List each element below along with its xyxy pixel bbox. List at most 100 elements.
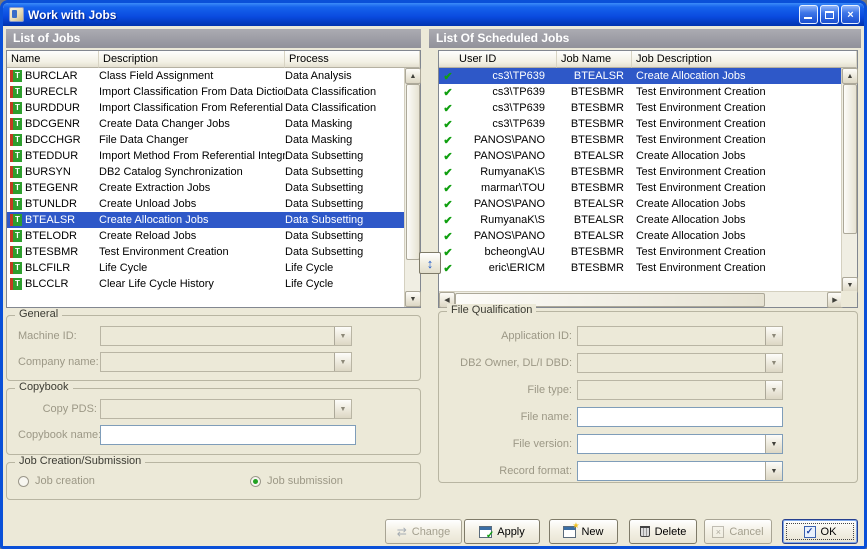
ok-button[interactable]: ✓ OK bbox=[782, 519, 858, 544]
scheduled-job-row[interactable]: ✔cs3\TP639BTEALSRCreate Allocation Jobs bbox=[439, 68, 841, 84]
scroll-up-button[interactable]: ▲ bbox=[405, 68, 421, 84]
job-row[interactable]: TBDCCHGRFile Data ChangerData Masking bbox=[7, 132, 404, 148]
job-row[interactable]: TBTELODRCreate Reload JobsData Subsettin… bbox=[7, 228, 404, 244]
scheduled-job-row[interactable]: ✔PANOS\PANOBTESBMRTest Environment Creat… bbox=[439, 132, 841, 148]
db2-owner-label: DB2 Owner, DL/I DBD: bbox=[447, 353, 572, 373]
job-creation-radio-label: Job creation bbox=[35, 475, 95, 487]
job-row[interactable]: TBTEGENRCreate Extraction JobsData Subse… bbox=[7, 180, 404, 196]
scroll-up-button[interactable]: ▲ bbox=[842, 68, 858, 84]
job-row[interactable]: TBTEALSRCreate Allocation JobsData Subse… bbox=[7, 212, 404, 228]
job-description-cell: Test Environment Creation bbox=[632, 116, 841, 132]
schedule-job-transfer-button[interactable]: ↕ bbox=[419, 252, 441, 274]
job-name-cell: BTEALSR bbox=[557, 228, 632, 244]
new-icon bbox=[563, 526, 576, 538]
maximize-icon bbox=[825, 11, 834, 19]
job-process-cell: Data Subsetting bbox=[285, 212, 404, 228]
job-row[interactable]: TBTEDDURImport Method From Referential I… bbox=[7, 148, 404, 164]
column-header-description[interactable]: Description bbox=[99, 51, 285, 68]
user-id-cell: PANOS\PANO bbox=[457, 228, 557, 244]
window-title: Work with Jobs bbox=[28, 8, 116, 22]
column-header-job-name[interactable]: Job Name bbox=[557, 51, 632, 68]
file-qualification-group: File Qualification Application ID: ▼ DB2… bbox=[438, 311, 858, 483]
scrollbar-thumb[interactable] bbox=[406, 84, 420, 260]
transfer-arrows-icon: ↕ bbox=[427, 256, 434, 271]
scheduled-job-row[interactable]: ✔PANOS\PANOBTEALSRCreate Allocation Jobs bbox=[439, 148, 841, 164]
copybook-name-input[interactable] bbox=[101, 426, 355, 444]
copybook-name-field[interactable] bbox=[100, 425, 356, 445]
dropdown-arrow-icon[interactable]: ▼ bbox=[765, 462, 782, 480]
job-name-cell: BTESBMR bbox=[25, 244, 99, 260]
scheduled-job-row[interactable]: ✔PANOS\PANOBTEALSRCreate Allocation Jobs bbox=[439, 196, 841, 212]
user-id-cell: RumyanaK\S bbox=[457, 212, 557, 228]
scheduled-job-row[interactable]: ✔bcheong\AUBTESBMRTest Environment Creat… bbox=[439, 244, 841, 260]
job-row[interactable]: TBTUNLDRCreate Unload JobsData Subsettin… bbox=[7, 196, 404, 212]
job-name-cell: BLCFILR bbox=[25, 260, 99, 276]
scheduled-job-row[interactable]: ✔RumyanaK\SBTEALSRCreate Allocation Jobs bbox=[439, 212, 841, 228]
record-format-combo[interactable]: ▼ bbox=[577, 461, 783, 481]
job-name-cell: BTESBMR bbox=[557, 260, 632, 276]
dropdown-arrow-icon[interactable]: ▼ bbox=[765, 435, 782, 453]
scheduled-jobs-vertical-scrollbar[interactable]: ▲ ▼ bbox=[841, 68, 857, 293]
file-qualification-group-title: File Qualification bbox=[447, 304, 536, 316]
close-button[interactable]: × bbox=[841, 5, 860, 24]
title-bar[interactable]: Work with Jobs × bbox=[3, 3, 864, 26]
scrollbar-thumb[interactable] bbox=[843, 84, 857, 234]
scheduled-job-row[interactable]: ✔cs3\TP639BTESBMRTest Environment Creati… bbox=[439, 116, 841, 132]
minimize-button[interactable] bbox=[799, 5, 818, 24]
scheduled-job-row[interactable]: ✔cs3\TP639BTESBMRTest Environment Creati… bbox=[439, 100, 841, 116]
job-process-cell: Life Cycle bbox=[285, 276, 404, 292]
job-row[interactable]: TBLCFILRLife CycleLife Cycle bbox=[7, 260, 404, 276]
cancel-button: × Cancel bbox=[704, 519, 772, 544]
job-type-icon: T bbox=[10, 150, 22, 162]
job-description-cell: Test Environment Creation bbox=[632, 244, 841, 260]
job-submission-radio-label: Job submission bbox=[267, 475, 343, 487]
apply-button[interactable]: Apply bbox=[464, 519, 540, 544]
scheduled-job-row[interactable]: ✔RumyanaK\SBTESBMRTest Environment Creat… bbox=[439, 164, 841, 180]
user-id-cell: cs3\TP639 bbox=[457, 68, 557, 84]
delete-button[interactable]: Delete bbox=[629, 519, 697, 544]
job-name-cell: BURCLAR bbox=[25, 68, 99, 84]
job-row[interactable]: TBLCCLRClear Life Cycle HistoryLife Cycl… bbox=[7, 276, 404, 292]
job-row[interactable]: TBTESBMRTest Environment CreationData Su… bbox=[7, 244, 404, 260]
job-description-cell: DB2 Catalog Synchronization bbox=[99, 164, 285, 180]
check-icon: ✔ bbox=[439, 182, 457, 195]
scroll-down-button[interactable]: ▼ bbox=[405, 291, 421, 307]
minimize-icon bbox=[804, 17, 812, 19]
maximize-button[interactable] bbox=[820, 5, 839, 24]
job-row[interactable]: TBURECLRImport Classification From Data … bbox=[7, 84, 404, 100]
apply-button-label: Apply bbox=[497, 526, 525, 538]
job-process-cell: Data Classification bbox=[285, 100, 404, 116]
trash-icon bbox=[640, 526, 650, 537]
jobs-vertical-scrollbar[interactable]: ▲ ▼ bbox=[404, 68, 420, 307]
job-description-cell: Create Allocation Jobs bbox=[632, 196, 841, 212]
scheduled-job-row[interactable]: ✔marmar\TOUBTESBMRTest Environment Creat… bbox=[439, 180, 841, 196]
check-icon: ✔ bbox=[439, 86, 457, 99]
column-header-name[interactable]: Name bbox=[7, 51, 99, 68]
job-row[interactable]: TBURSYNDB2 Catalog SynchronizationData S… bbox=[7, 164, 404, 180]
scheduled-job-row[interactable]: ✔eric\ERICMBTESBMRTest Environment Creat… bbox=[439, 260, 841, 276]
file-name-input[interactable] bbox=[578, 408, 782, 426]
file-version-combo[interactable]: ▼ bbox=[577, 434, 783, 454]
column-header-job-description[interactable]: Job Description bbox=[632, 51, 857, 68]
job-row[interactable]: TBURDDURImport Classification From Refer… bbox=[7, 100, 404, 116]
column-header-process[interactable]: Process bbox=[285, 51, 420, 68]
check-icon: ✔ bbox=[439, 102, 457, 115]
job-type-icon: T bbox=[10, 70, 22, 82]
job-row[interactable]: TBURCLARClass Field AssignmentData Analy… bbox=[7, 68, 404, 84]
job-description-cell: Test Environment Creation bbox=[632, 180, 841, 196]
file-version-label: File version: bbox=[447, 434, 572, 454]
new-button[interactable]: New bbox=[549, 519, 618, 544]
job-row[interactable]: TBDCGENRCreate Data Changer JobsData Mas… bbox=[7, 116, 404, 132]
job-description-cell: Life Cycle bbox=[99, 260, 285, 276]
scheduled-job-row[interactable]: ✔cs3\TP639BTESBMRTest Environment Creati… bbox=[439, 84, 841, 100]
column-header-user-id[interactable]: User ID bbox=[439, 51, 557, 68]
file-name-field[interactable] bbox=[577, 407, 783, 427]
job-process-cell: Data Classification bbox=[285, 84, 404, 100]
scheduled-job-row[interactable]: ✔PANOS\PANOBTEALSRCreate Allocation Jobs bbox=[439, 228, 841, 244]
work-with-jobs-window: Work with Jobs × List of Jobs List Of Sc… bbox=[0, 0, 867, 549]
job-type-icon: T bbox=[10, 166, 22, 178]
scheduled-jobs-list[interactable]: User ID Job Name Job Description ✔cs3\TP… bbox=[438, 50, 858, 308]
job-name-cell: BLCCLR bbox=[25, 276, 99, 292]
company-name-label: Company name: bbox=[18, 352, 99, 372]
jobs-list[interactable]: Name Description Process TBURCLARClass F… bbox=[6, 50, 421, 308]
